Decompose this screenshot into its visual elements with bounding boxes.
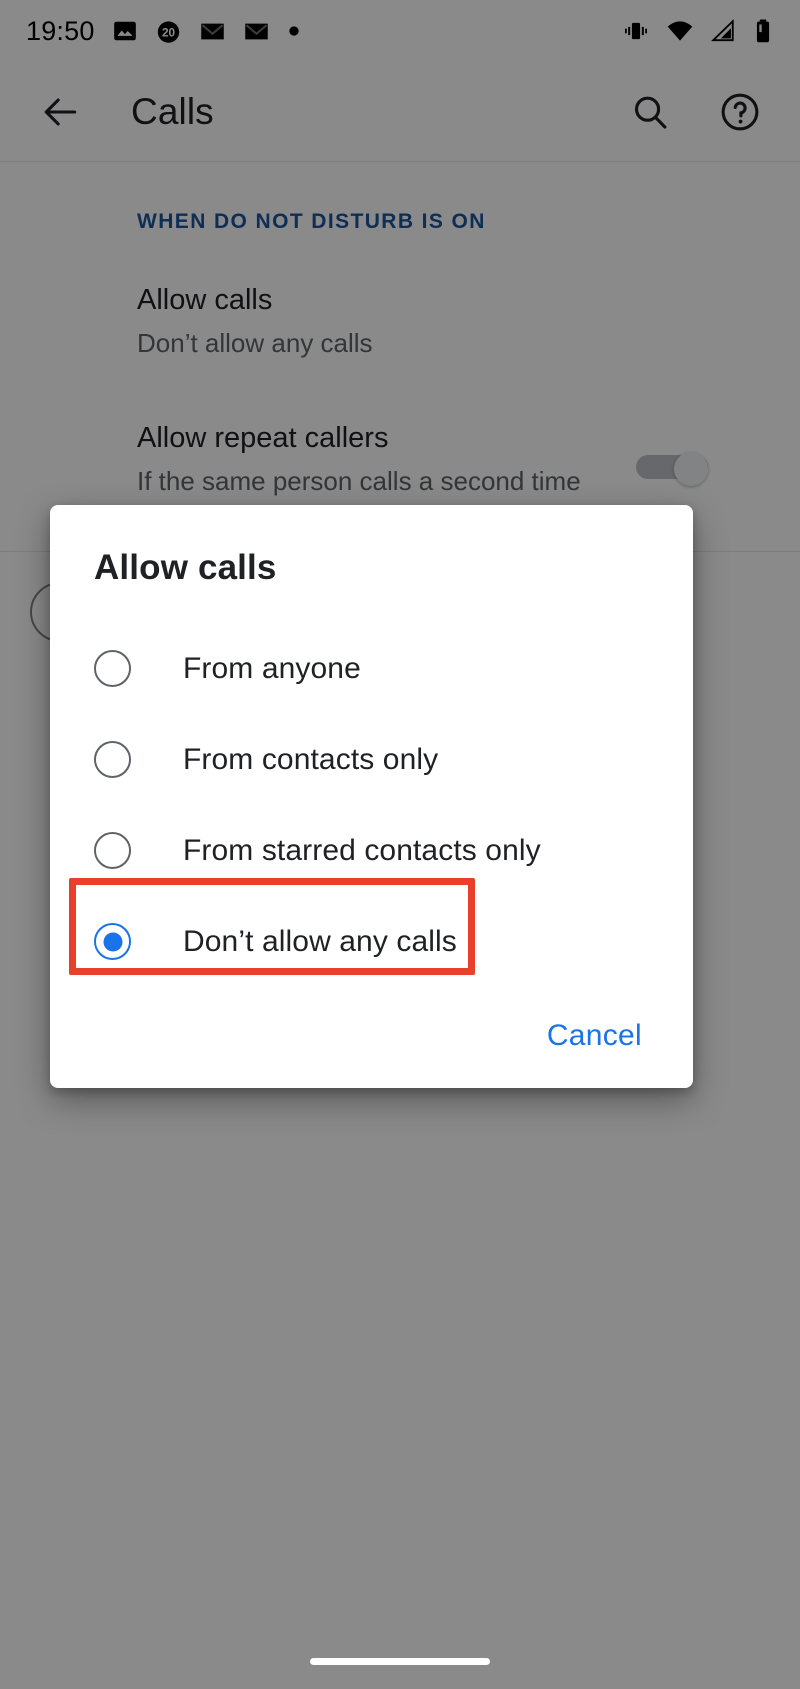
navigation-bar <box>0 1633 800 1689</box>
dialog-title: Allow calls <box>94 548 277 587</box>
radio-button-unselected-icon[interactable] <box>94 832 131 869</box>
radio-option-label: From contacts only <box>183 742 439 776</box>
cancel-button[interactable]: Cancel <box>541 1011 648 1061</box>
radio-option-dont-allow-any-calls[interactable]: Don’t allow any calls <box>50 896 693 987</box>
radio-option-from-contacts-only[interactable]: From contacts only <box>50 714 693 805</box>
radio-button-unselected-icon[interactable] <box>94 741 131 778</box>
dialog-actions: Cancel <box>50 983 693 1088</box>
radio-option-from-starred-contacts-only[interactable]: From starred contacts only <box>50 805 693 896</box>
radio-option-label: Don’t allow any calls <box>183 924 457 958</box>
allow-calls-dialog: Allow calls From anyone From contacts on… <box>50 505 693 1088</box>
radio-button-unselected-icon[interactable] <box>94 650 131 687</box>
radio-option-label: From starred contacts only <box>183 833 541 867</box>
phone-screen: 19:50 20 Calls WHEN DO NOT DISTURB IS ON… <box>0 0 800 1689</box>
radio-option-label: From anyone <box>183 651 361 685</box>
radio-option-from-anyone[interactable]: From anyone <box>50 623 693 714</box>
radio-group: From anyone From contacts only From star… <box>50 623 693 987</box>
radio-button-selected-icon[interactable] <box>94 923 131 960</box>
gesture-home-pill[interactable] <box>310 1657 490 1665</box>
